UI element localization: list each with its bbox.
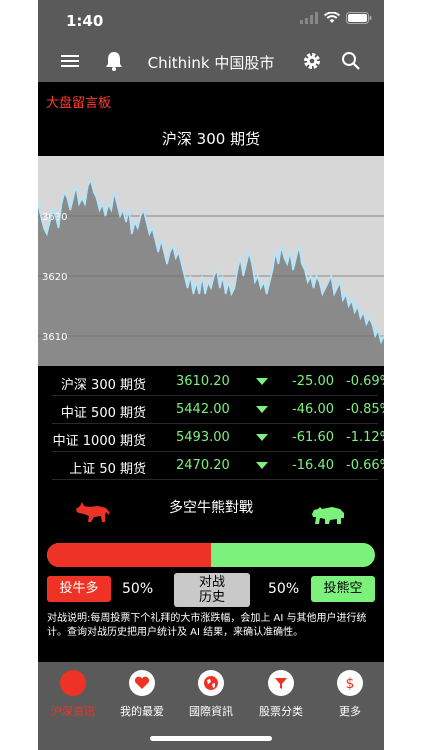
tab-categories[interactable]: 股票分类 — [246, 670, 316, 719]
red-circle-icon — [60, 670, 86, 696]
signal-icon — [300, 12, 318, 24]
quote-price: 2470.20 — [176, 458, 230, 473]
quote-percent: -0.69% — [346, 374, 384, 389]
app-title: Chithink 中国股市 — [147, 54, 275, 72]
bear-percent: 50% — [268, 581, 300, 597]
quote-change: -25.00 — [292, 374, 334, 389]
quote-percent: -1.12% — [346, 430, 384, 445]
tab-label: 沪深资讯 — [51, 705, 95, 718]
tab-label: 國際資訊 — [189, 705, 233, 718]
history-label-line1: 对战 — [198, 575, 225, 590]
history-label-line2: 历史 — [198, 590, 225, 605]
tab-label: 股票分类 — [259, 705, 303, 718]
battle-history-button[interactable]: 对战 历史 — [174, 573, 250, 607]
heart-icon — [129, 670, 155, 696]
tab-favorites[interactable]: 我的最爱 — [107, 670, 177, 719]
svg-text:$: $ — [346, 676, 355, 691]
tab-label: 更多 — [339, 705, 361, 718]
dollar-icon: $ — [337, 670, 363, 696]
chart-title: 沪深 300 期货 — [161, 130, 261, 148]
quote-change: -61.60 — [292, 430, 334, 445]
down-arrow-icon — [256, 406, 268, 413]
search-icon[interactable] — [340, 50, 362, 72]
tab-more[interactable]: $ 更多 — [315, 670, 384, 719]
vote-ratio-bar — [47, 543, 375, 567]
y-tick-label: 3610 — [42, 332, 67, 343]
status-bar: 1:40 — [38, 0, 384, 40]
quote-name: 中证 1000 期货 — [52, 434, 146, 449]
quote-row[interactable]: 沪深 300 期货 3610.20 -25.00 -0.69% — [52, 368, 384, 396]
quote-row[interactable]: 中证 1000 期货 5493.00 -61.60 -1.12% — [52, 424, 384, 452]
bull-percent: 50% — [122, 581, 154, 597]
message-board-link[interactable]: 大盘留言板 — [46, 92, 111, 111]
vote-bull-button[interactable]: 投牛多 — [47, 576, 111, 602]
quote-name: 沪深 300 期货 — [60, 378, 146, 393]
app-screen: 1:40 Chithink 中国股市 大盘留言板 沪深 300 期货 3630 3… — [38, 0, 384, 750]
quote-price: 5442.00 — [176, 402, 230, 417]
quote-change: -16.40 — [292, 458, 334, 473]
quote-percent: -0.85% — [346, 402, 384, 417]
quote-change: -46.00 — [292, 402, 334, 417]
down-arrow-icon — [256, 462, 268, 469]
bear-icon — [312, 507, 344, 524]
top-nav: Chithink 中国股市 — [38, 40, 384, 82]
battle-description: 对战说明:每周投票下个礼拜的大市涨跌幅，会加上 AI 与其他用户进行统计。查询对… — [47, 613, 367, 638]
quote-table: 沪深 300 期货 3610.20 -25.00 -0.69% 中证 500 期… — [52, 368, 384, 480]
wifi-icon — [324, 12, 340, 23]
down-arrow-icon — [256, 378, 268, 385]
battery-icon — [346, 12, 372, 24]
status-icons — [300, 12, 372, 24]
quote-name: 上证 50 期货 — [69, 462, 146, 477]
quote-row[interactable]: 中证 500 期货 5442.00 -46.00 -0.85% — [52, 396, 384, 424]
futures-line-chart: 363036203610 — [38, 156, 384, 366]
vote-bear-button[interactable]: 投熊空 — [311, 576, 375, 602]
y-tick-label: 3620 — [42, 272, 67, 283]
funnel-icon — [268, 670, 294, 696]
tab-international[interactable]: 國際資訊 — [176, 670, 246, 719]
quote-price: 5493.00 — [176, 430, 230, 445]
tab-label: 我的最爱 — [120, 705, 164, 718]
tab-hs-news[interactable]: 沪深资讯 — [38, 670, 108, 719]
quote-name: 中证 500 期货 — [60, 406, 146, 421]
gear-icon[interactable] — [301, 50, 323, 72]
down-arrow-icon — [256, 434, 268, 441]
status-time: 1:40 — [66, 12, 104, 30]
home-indicator[interactable] — [150, 736, 272, 741]
quote-percent: -0.66% — [346, 458, 384, 473]
quote-price: 3610.20 — [176, 374, 230, 389]
globe-icon — [198, 670, 224, 696]
bull-ratio-fill — [47, 543, 211, 567]
quote-row[interactable]: 上证 50 期货 2470.20 -16.40 -0.66% — [52, 452, 384, 480]
